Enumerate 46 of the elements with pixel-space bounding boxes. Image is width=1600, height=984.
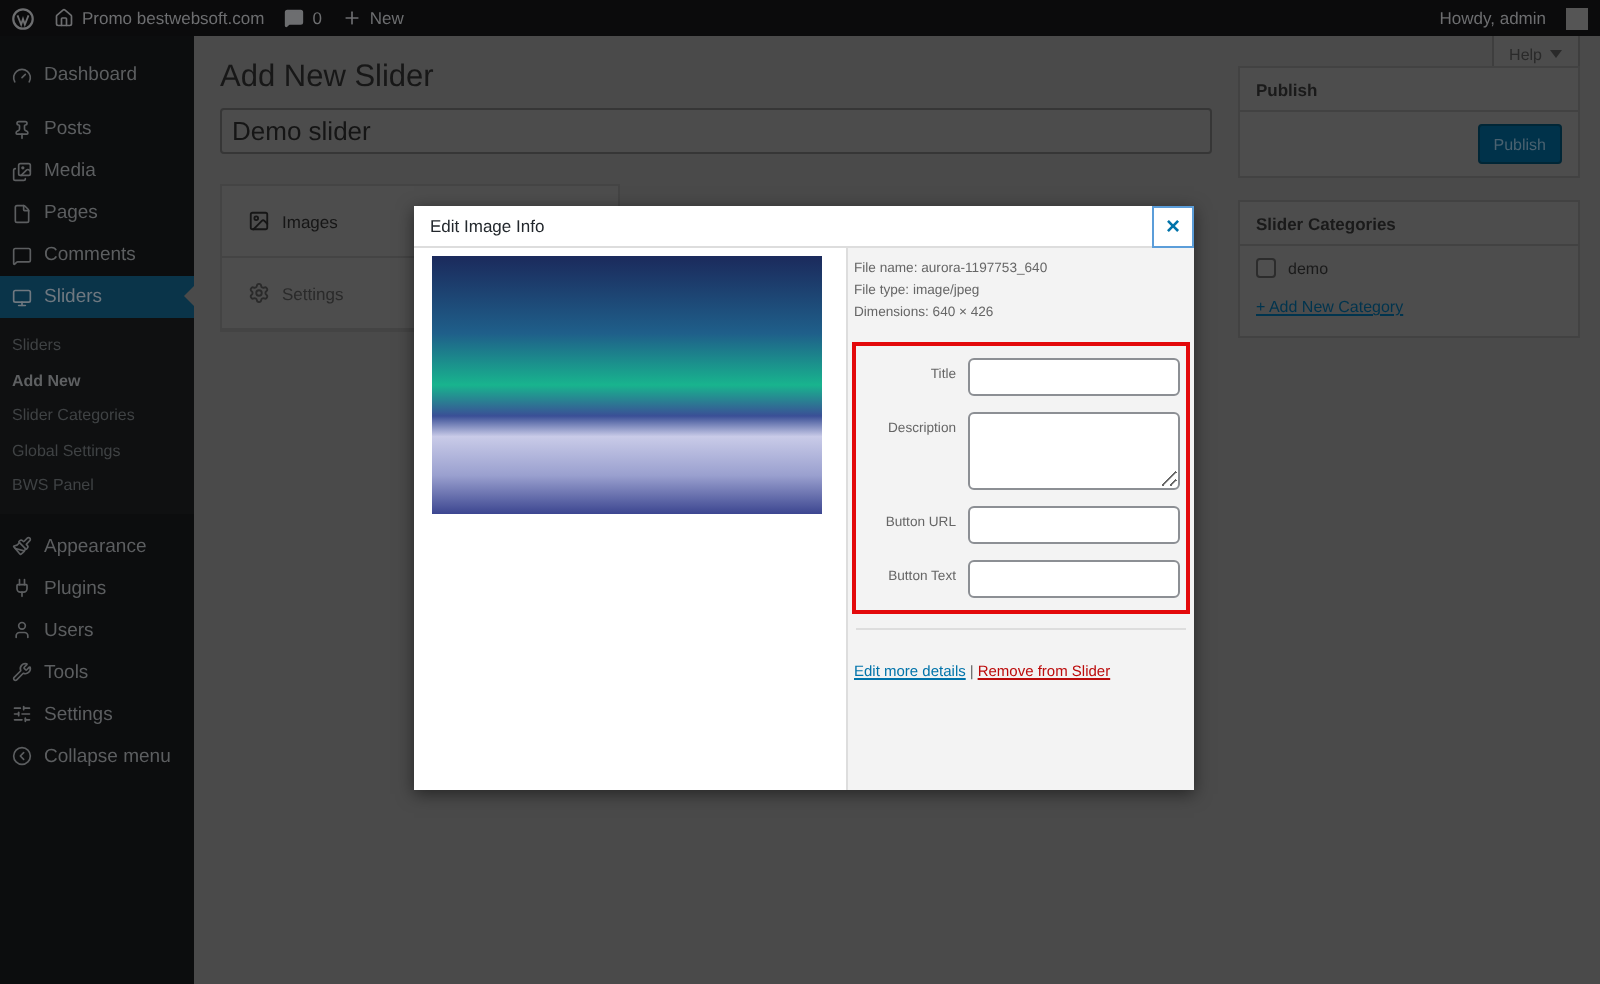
sidebar-item[interactable]: Plugins bbox=[0, 567, 194, 609]
pin-icon bbox=[12, 119, 32, 139]
submenu-item[interactable]: Add New bbox=[0, 363, 194, 398]
settings-icon bbox=[248, 282, 270, 304]
user-icon bbox=[12, 620, 32, 640]
page-icon bbox=[12, 203, 32, 223]
media-icon bbox=[12, 161, 32, 181]
comment-icon bbox=[284, 8, 305, 28]
sliders-icon bbox=[12, 704, 32, 724]
plus-icon bbox=[341, 8, 362, 28]
gauge-icon bbox=[12, 65, 32, 85]
monitor-icon bbox=[12, 287, 32, 307]
sidebar-item[interactable]: Comments bbox=[0, 234, 194, 276]
sidebar-item[interactable]: Media bbox=[0, 150, 194, 192]
sidebar-item[interactable]: Dashboard bbox=[0, 54, 194, 96]
close-button[interactable]: × bbox=[1152, 205, 1194, 247]
sidebar-item[interactable]: Tools bbox=[0, 651, 194, 693]
publish-button[interactable]: Publish bbox=[1477, 124, 1562, 164]
add-category-link[interactable]: + Add New Category bbox=[1256, 298, 1562, 324]
image-icon bbox=[248, 210, 270, 232]
category-checkbox[interactable] bbox=[1256, 258, 1276, 278]
home-icon bbox=[54, 8, 74, 28]
brush-icon bbox=[12, 536, 32, 556]
dialog-title: Edit Image Info bbox=[428, 216, 545, 236]
title-field[interactable]: Demo slider bbox=[220, 108, 1212, 154]
user-greeting[interactable]: Howdy, admin bbox=[1439, 8, 1546, 28]
collapse-icon bbox=[12, 746, 32, 766]
sidebar-item[interactable]: Sliders bbox=[0, 276, 194, 318]
sidebar-item[interactable]: Pages bbox=[0, 192, 194, 234]
input-field[interactable] bbox=[968, 358, 1180, 396]
collapse-menu-button[interactable]: Collapse menu bbox=[0, 735, 194, 777]
plug-icon bbox=[12, 578, 32, 598]
input-field[interactable] bbox=[968, 506, 1180, 544]
site-link[interactable]: Promo bestwebsoft.com bbox=[82, 8, 265, 28]
wrench-icon bbox=[12, 662, 32, 682]
textarea-field[interactable] bbox=[968, 412, 1180, 490]
avatar bbox=[1566, 7, 1588, 29]
comment-count[interactable]: 0 bbox=[312, 8, 322, 28]
sidebar-item[interactable]: Users bbox=[0, 609, 194, 651]
wordpress-logo-icon[interactable] bbox=[12, 7, 34, 29]
sidebar-item[interactable]: Settings bbox=[0, 693, 194, 735]
sidebar-item[interactable]: Posts bbox=[0, 108, 194, 150]
input-field[interactable] bbox=[968, 560, 1180, 598]
new-link[interactable]: New bbox=[369, 8, 404, 28]
comment-icon bbox=[12, 245, 32, 265]
sidebar-item[interactable]: Appearance bbox=[0, 525, 194, 567]
